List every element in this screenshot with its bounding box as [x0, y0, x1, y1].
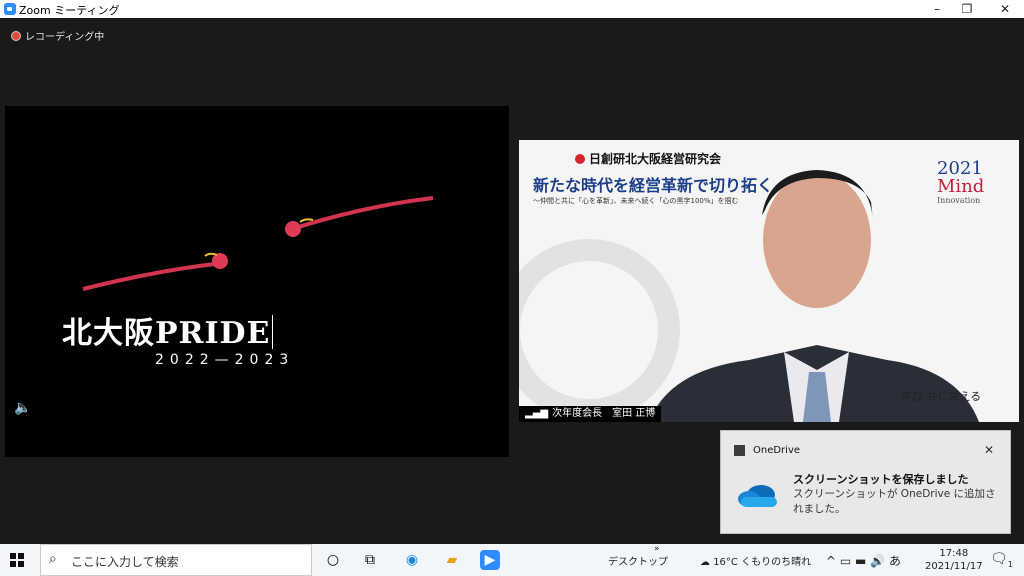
- org-logo-icon: [575, 154, 585, 164]
- recording-label: レコーディング中: [25, 32, 105, 43]
- minimize-button[interactable]: –: [920, 0, 954, 18]
- taskbar: ⌕ ここに入力して検索 ○ ⧉ ◉ ▰ ▶ デスクトップ » ☁ 16°C くも…: [0, 544, 1024, 576]
- cloud-icon: [738, 485, 777, 507]
- notification-count: 1: [1007, 559, 1013, 569]
- weather-widget[interactable]: ☁ 16°C くもりのち晴れ: [700, 553, 811, 568]
- slogan: 新たな時代を経営革新で切り拓く: [533, 176, 774, 195]
- file-explorer-icon[interactable]: ▰: [442, 550, 462, 570]
- clock[interactable]: 17:48 2021/11/17: [925, 547, 983, 573]
- participant-video[interactable]: 日創研北大阪経営研究会 新たな時代を経営革新で切り拓く ～仲間と共に「心を革新」…: [519, 140, 1019, 422]
- pride-years: 2022—2023: [155, 352, 295, 368]
- onedrive-toast[interactable]: OneDrive ✕ スクリーンショットを保存しました スクリーンショットが O…: [720, 430, 1011, 534]
- system-tray[interactable]: ^ ▭ ▬ 🔊 あ: [826, 552, 901, 569]
- task-view-icon[interactable]: ⧉: [360, 550, 380, 570]
- search-placeholder: ここに入力して検索: [71, 555, 179, 569]
- toast-close-button[interactable]: ✕: [984, 443, 994, 457]
- signal-bars-icon: ▂▄▆: [525, 408, 549, 419]
- person-face: [763, 172, 871, 308]
- pride-title: 北大阪PRIDE: [62, 308, 482, 352]
- toast-title: スクリーンショットを保存しました: [793, 473, 969, 486]
- participant-name-tag: ▂▄▆ 次年度会長 室田 正博: [519, 406, 662, 422]
- badge-innovation: Innovation: [937, 196, 981, 205]
- search-icon: ⌕: [49, 551, 57, 567]
- desktop-chevron-icon[interactable]: »: [654, 544, 660, 554]
- speaker-icon[interactable]: 🔈: [14, 400, 31, 416]
- comet-graphic: [82, 196, 434, 291]
- toast-body: スクリーンショットが OneDrive に追加されました。: [793, 488, 996, 515]
- recording-indicator[interactable]: レコーディング中: [11, 28, 104, 43]
- notification-center-icon[interactable]: 🗨1: [990, 551, 1013, 569]
- window-title: Zoom ミーティング: [19, 4, 120, 17]
- cortana-icon[interactable]: ○: [323, 550, 343, 570]
- onedrive-app-icon: [734, 445, 745, 456]
- close-button[interactable]: ✕: [988, 0, 1022, 18]
- text-cursor: [272, 315, 274, 349]
- edge-browser-icon[interactable]: ◉: [402, 550, 422, 570]
- clock-time: 17:48: [939, 548, 969, 559]
- comet-head-right: [285, 221, 301, 237]
- clock-date: 2021/11/17: [925, 561, 983, 572]
- org-header: 日創研北大阪経営研究会: [575, 150, 721, 167]
- video-footer-text: 学び 共に栄える: [901, 390, 982, 403]
- windows-start-icon[interactable]: [10, 553, 24, 567]
- pride-title-text: 北大阪PRIDE: [62, 316, 271, 351]
- participant-name: 次年度会長 室田 正博: [552, 408, 656, 419]
- desktop-label[interactable]: デスクトップ: [608, 553, 668, 568]
- shared-screen[interactable]: 北大阪PRIDE 2022—2023 🔈: [5, 106, 509, 457]
- title-bar: Zoom ミーティング – ❐ ✕: [0, 0, 1024, 18]
- comet-head-left: [212, 253, 228, 269]
- zoom-icon: [4, 3, 16, 15]
- ime-indicator[interactable]: あ: [889, 554, 901, 568]
- taskbar-search[interactable]: ⌕ ここに入力して検索: [40, 544, 312, 576]
- badge-mind: Mind: [937, 176, 985, 197]
- sub-slogan: ～仲間と共に「心を革新」、未来へ続く「心の黒字100%」を掴む: [533, 197, 739, 205]
- weather-text: 16°C くもりのち晴れ: [713, 557, 812, 568]
- restore-button[interactable]: ❐: [950, 0, 984, 18]
- org-header-text: 日創研北大阪経営研究会: [589, 152, 722, 166]
- recording-icon: [11, 31, 21, 41]
- zoom-taskbar-icon[interactable]: ▶: [480, 550, 500, 570]
- toast-app-name: OneDrive: [753, 445, 801, 456]
